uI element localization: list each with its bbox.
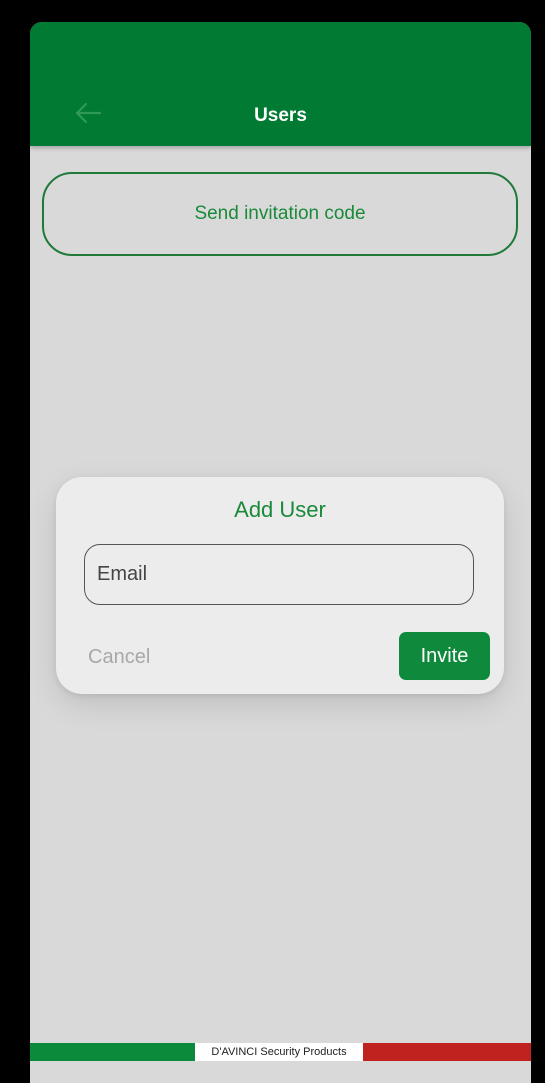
- footer-red-stripe: [363, 1043, 531, 1061]
- invite-button[interactable]: Invite: [399, 632, 490, 680]
- email-field[interactable]: [84, 544, 474, 605]
- dialog-title: Add User: [234, 497, 326, 522]
- send-invitation-code-button[interactable]: Send invitation code: [42, 172, 518, 256]
- add-user-dialog: Add User Cancel Invite: [56, 477, 504, 694]
- brand-footer: D'AVINCI Security Products: [30, 1043, 531, 1061]
- app-header: Users: [30, 22, 531, 146]
- footer-brand-text: D'AVINCI Security Products: [195, 1043, 363, 1061]
- app-screen: Users Send invitation code Add User Canc…: [30, 22, 531, 1083]
- page-title: Users: [254, 105, 307, 126]
- cancel-button[interactable]: Cancel: [88, 644, 150, 670]
- footer-green-stripe: [30, 1043, 195, 1061]
